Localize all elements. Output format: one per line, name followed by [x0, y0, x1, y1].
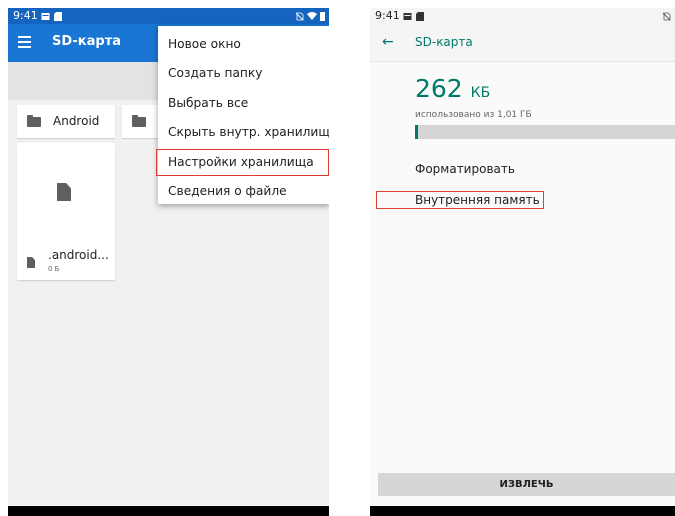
- format-option[interactable]: Форматировать: [415, 162, 515, 176]
- navigation-bar: [370, 506, 675, 516]
- menu-item-storage-settings[interactable]: Настройки хранилища: [155, 148, 329, 177]
- notification-icon: [403, 12, 412, 20]
- folder-name: Android: [53, 114, 100, 128]
- menu-item-create-folder[interactable]: Создать папку: [158, 59, 329, 88]
- folder-icon: [132, 115, 146, 127]
- app-bar: ← SD-карта: [370, 24, 675, 62]
- no-sim-icon: [295, 12, 304, 20]
- status-bar: 9:41: [370, 8, 675, 24]
- menu-item-hide-internal-storage[interactable]: Скрыть внутр. хранилище: [158, 118, 329, 147]
- battery-icon: [320, 11, 325, 21]
- wifi-icon: [307, 11, 317, 20]
- no-sim-icon: [662, 12, 671, 20]
- app-bar-title: SD-карта: [415, 35, 473, 49]
- menu-item-select-all[interactable]: Выбрать все: [158, 89, 329, 118]
- left-phone-screen: 9:41 SD-карта Android L .android... 0 Б …: [8, 8, 329, 516]
- hamburger-menu-icon[interactable]: [18, 36, 31, 48]
- menu-item-file-info[interactable]: Сведения о файле: [158, 177, 329, 206]
- navigation-bar: [8, 506, 329, 516]
- file-name: .android...: [48, 248, 109, 262]
- status-bar: 9:41: [8, 8, 329, 24]
- storage-used-number: 262: [415, 74, 463, 103]
- file-type-icon: [27, 257, 35, 268]
- status-time: 9:41: [375, 9, 400, 22]
- overflow-menu: Новое окно Создать папку Выбрать все Скр…: [155, 26, 329, 206]
- right-phone-screen: 9:41 ← SD-карта 262 КБ использовано из 1…: [370, 8, 675, 516]
- folder-icon: [27, 115, 41, 127]
- sd-card-icon: [53, 11, 62, 21]
- storage-used-unit: КБ: [470, 85, 491, 101]
- storage-used-value: 262 КБ: [415, 74, 490, 103]
- folder-item-second[interactable]: L: [122, 105, 162, 138]
- eject-button[interactable]: ИЗВЛЕЧЬ: [378, 473, 675, 496]
- back-arrow-icon[interactable]: ←: [382, 34, 394, 50]
- notification-icon: [41, 12, 50, 20]
- storage-used-caption: использовано из 1,01 ГБ: [415, 110, 532, 120]
- file-item[interactable]: .android... 0 Б: [17, 143, 115, 280]
- file-thumbnail-icon: [57, 183, 71, 201]
- app-bar-title: SD-карта: [52, 34, 121, 49]
- menu-item-new-window[interactable]: Новое окно: [158, 30, 329, 59]
- status-time: 9:41: [13, 9, 38, 22]
- storage-usage-fill: [415, 125, 419, 139]
- file-size: 0 Б: [48, 265, 60, 273]
- storage-usage-bar: [415, 125, 675, 139]
- internal-memory-option[interactable]: Внутренняя память: [376, 191, 544, 209]
- sd-card-icon: [415, 11, 424, 21]
- folder-item-android[interactable]: Android: [17, 105, 115, 138]
